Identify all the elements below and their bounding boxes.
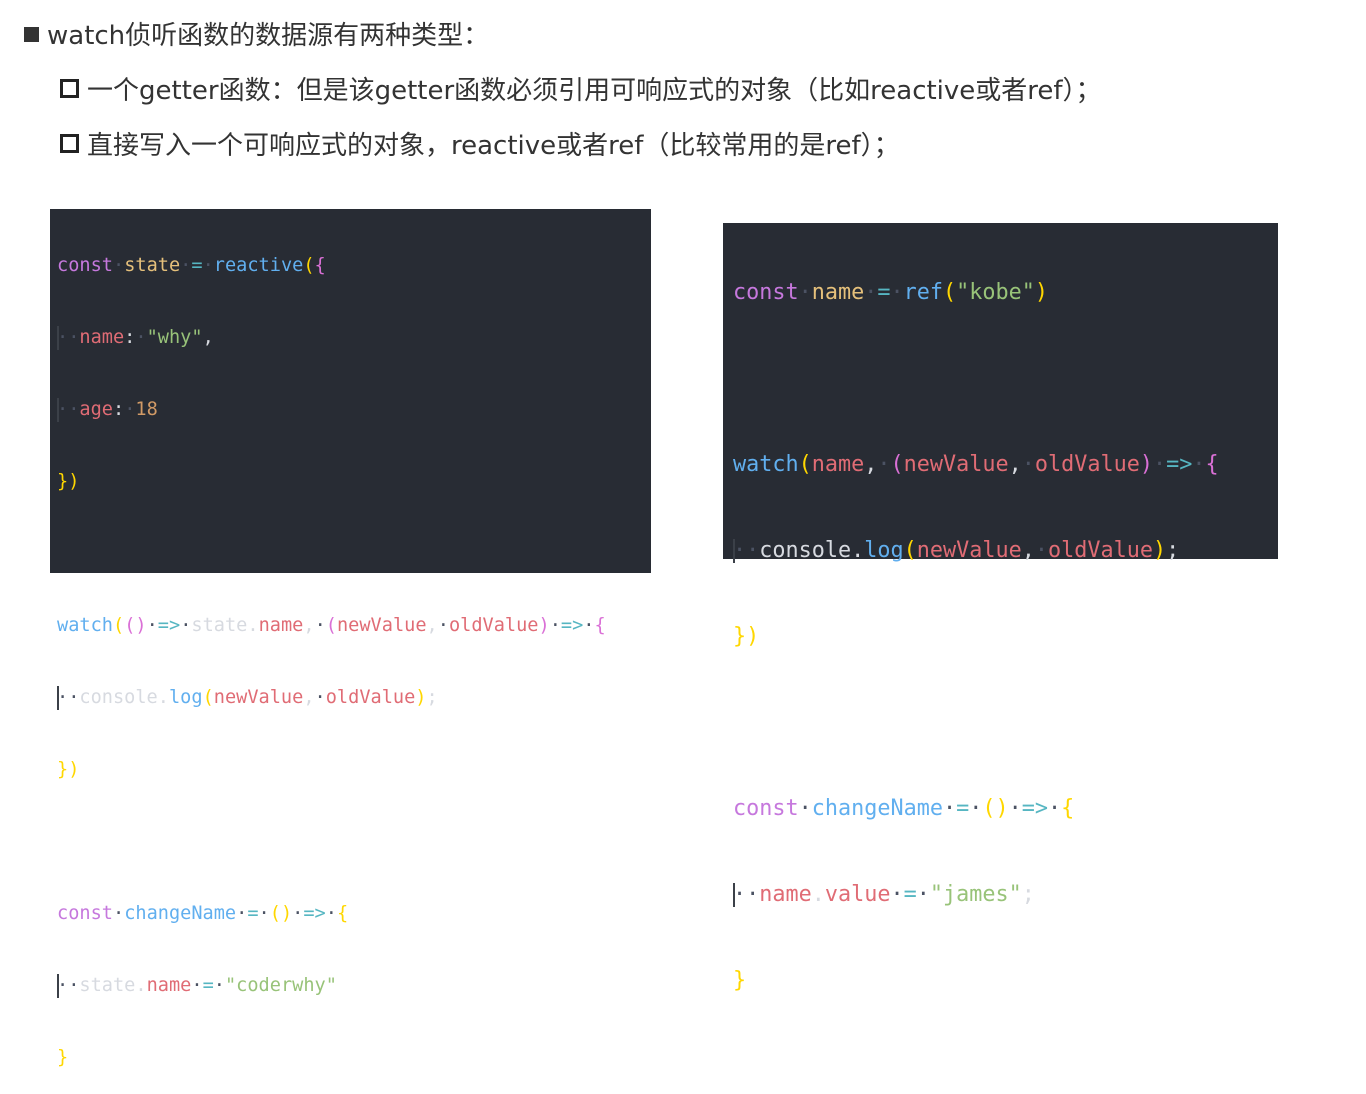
bullet-item-reactive: 直接写入一个可响应式的对象，reactive或者ref（比较常用的是ref）； — [60, 128, 900, 164]
code-line: ··state.name·=·"coderwhy" — [57, 973, 337, 998]
code-block-getter-example: const·state·=·reactive({ ··name:·"why", … — [50, 209, 651, 1068]
bullet-text: 一个getter函数：但是该getter函数必须引用可响应式的对象（比如reac… — [87, 76, 1102, 106]
code-line: watch(name,·(newValue,·oldValue)·=>·{ — [733, 452, 1219, 477]
code-line: ··console.log(newValue,·oldValue); — [57, 685, 438, 710]
hollow-square-icon — [60, 79, 79, 98]
code-line: ··name.value·=·"james"; — [733, 882, 1035, 907]
code-line: ··console.log(newValue,·oldValue); — [733, 538, 1180, 563]
code-line: watch(()·=>·state.name,·(newValue,·oldVa… — [57, 615, 606, 636]
code-line: const·changeName·=·()·=>·{ — [57, 903, 349, 924]
hollow-square-icon — [60, 134, 79, 153]
code-line: }) — [733, 624, 760, 649]
bullet-item-getter: 一个getter函数：但是该getter函数必须引用可响应式的对象（比如reac… — [60, 73, 1102, 109]
code-line: } — [57, 1047, 69, 1068]
bullet-text: 直接写入一个可响应式的对象，reactive或者ref（比较常用的是ref）； — [87, 131, 900, 161]
filled-square-icon — [24, 27, 39, 42]
code-line: }) — [57, 471, 80, 492]
code-line: const·name·=·ref("kobe") — [733, 280, 1048, 305]
code-block-ref-example: const·name·=·ref("kobe") watch(name,·(ne… — [723, 223, 1278, 993]
code-line: } — [733, 968, 747, 993]
code-line: const·state·=·reactive({ — [57, 255, 326, 276]
code-line: }) — [57, 759, 80, 780]
heading-text: watch侦听函数的数据源有两种类型： — [47, 21, 490, 51]
code-line: ··name:·"why", — [57, 325, 214, 350]
code-line: ··age:·18 — [57, 397, 158, 422]
heading: watch侦听函数的数据源有两种类型： — [24, 18, 489, 54]
code-line: const·changeName·=·()·=>·{ — [733, 796, 1075, 821]
